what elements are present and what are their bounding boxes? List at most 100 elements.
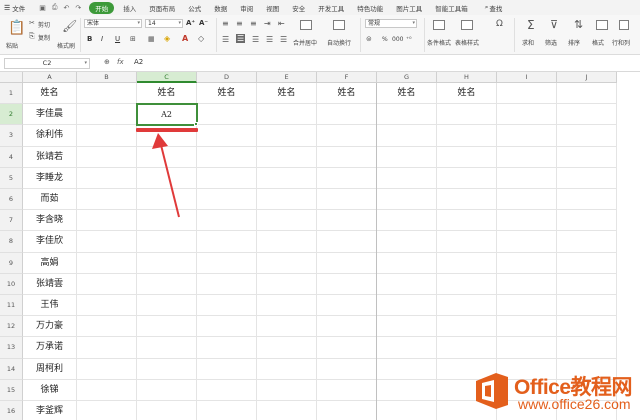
- cell-c15[interactable]: [137, 379, 197, 401]
- cell-d8[interactable]: [197, 231, 257, 253]
- align-right-icon[interactable]: ☰: [252, 35, 259, 44]
- cell-f7[interactable]: [317, 210, 377, 232]
- select-all-corner[interactable]: [0, 72, 23, 83]
- decimal-icon[interactable]: ⁺⁰: [406, 36, 412, 43]
- search-menu[interactable]: ⌕ 查找: [485, 3, 503, 13]
- cell-f3[interactable]: [317, 125, 377, 147]
- cell-b12[interactable]: [77, 316, 137, 338]
- cell-h7[interactable]: [437, 210, 497, 232]
- row-header[interactable]: 7: [0, 210, 23, 232]
- cell-i4[interactable]: [497, 146, 557, 168]
- cell-f1[interactable]: 姓名: [317, 83, 377, 105]
- font-name-select[interactable]: 宋体 ▾: [84, 19, 142, 28]
- menu-tab[interactable]: 插入: [123, 3, 136, 13]
- row-header[interactable]: 8: [0, 231, 23, 253]
- cell-f16[interactable]: [317, 401, 377, 420]
- cell-f2[interactable]: [317, 104, 377, 126]
- outdent-icon[interactable]: ⇤: [278, 19, 285, 28]
- currency-icon[interactable]: ⊜: [366, 35, 372, 43]
- cell-b4[interactable]: [77, 146, 137, 168]
- cell-j5[interactable]: [557, 167, 617, 189]
- cell-e12[interactable]: [257, 316, 317, 338]
- cell-f5[interactable]: [317, 167, 377, 189]
- menu-tab[interactable]: 智能工具箱: [435, 3, 468, 13]
- cell-d3[interactable]: [197, 125, 257, 147]
- cell-i13[interactable]: [497, 337, 557, 359]
- cell-i2[interactable]: [497, 104, 557, 126]
- cell-b13[interactable]: [77, 337, 137, 359]
- cell-g15[interactable]: [377, 379, 437, 401]
- zoom-icon[interactable]: ⊕: [104, 58, 110, 66]
- sort-button[interactable]: 排序: [568, 38, 580, 47]
- cell-a9[interactable]: 高娟: [23, 252, 77, 274]
- cell-e5[interactable]: [257, 167, 317, 189]
- cell-b16[interactable]: [77, 401, 137, 420]
- menu-tab[interactable]: 审阅: [240, 3, 253, 13]
- column-header[interactable]: A: [23, 72, 77, 83]
- border-icon[interactable]: ⊞: [130, 35, 136, 43]
- cell-a15[interactable]: 徐锑: [23, 379, 77, 401]
- cell-d2[interactable]: [197, 104, 257, 126]
- copy-button[interactable]: 复制: [38, 33, 50, 42]
- cell-c11[interactable]: [137, 295, 197, 317]
- cell-d10[interactable]: [197, 273, 257, 295]
- justify-icon[interactable]: ☰: [266, 35, 273, 44]
- number-format-select[interactable]: 常规 ▾: [365, 19, 417, 28]
- row-header[interactable]: 5: [0, 167, 23, 189]
- cell-j13[interactable]: [557, 337, 617, 359]
- cell-g4[interactable]: [377, 146, 437, 168]
- cell-e1[interactable]: 姓名: [257, 83, 317, 105]
- cell-a2[interactable]: 李佳晨: [23, 104, 77, 126]
- cell-f15[interactable]: [317, 379, 377, 401]
- cell-h1[interactable]: 姓名: [437, 83, 497, 105]
- cell-f9[interactable]: [317, 252, 377, 274]
- cell-f4[interactable]: [317, 146, 377, 168]
- cell-e15[interactable]: [257, 379, 317, 401]
- cell-d13[interactable]: [197, 337, 257, 359]
- cell-b6[interactable]: [77, 189, 137, 211]
- undo-icon[interactable]: ↶: [64, 4, 70, 12]
- cell-b3[interactable]: [77, 125, 137, 147]
- cell-d15[interactable]: [197, 379, 257, 401]
- cell-g7[interactable]: [377, 210, 437, 232]
- cell-i12[interactable]: [497, 316, 557, 338]
- menu-tab[interactable]: 公式: [188, 3, 201, 13]
- column-header[interactable]: C: [137, 72, 197, 83]
- cell-b7[interactable]: [77, 210, 137, 232]
- cell-b14[interactable]: [77, 358, 137, 380]
- column-header[interactable]: G: [377, 72, 437, 83]
- cell-i8[interactable]: [497, 231, 557, 253]
- format-button[interactable]: 格式: [592, 38, 604, 47]
- row-header[interactable]: 11: [0, 295, 23, 317]
- cell-h2[interactable]: [437, 104, 497, 126]
- percent-button[interactable]: %: [382, 36, 388, 43]
- row-header[interactable]: 4: [0, 146, 23, 168]
- underline-button[interactable]: U: [115, 35, 120, 43]
- font-color-icon[interactable]: A: [182, 34, 188, 43]
- increase-font-icon[interactable]: A⁺: [186, 19, 195, 27]
- cell-h10[interactable]: [437, 273, 497, 295]
- thousands-button[interactable]: 000: [392, 36, 403, 43]
- indent-icon[interactable]: ⇥: [264, 19, 271, 28]
- align-bottom-icon[interactable]: ≡: [250, 19, 257, 28]
- cell-g14[interactable]: [377, 358, 437, 380]
- format-painter-button[interactable]: 格式刷: [57, 41, 75, 50]
- cell-a16[interactable]: 李釜辉: [23, 401, 77, 420]
- cell-e2[interactable]: [257, 104, 317, 126]
- cell-g11[interactable]: [377, 295, 437, 317]
- cell-h3[interactable]: [437, 125, 497, 147]
- cell-c9[interactable]: [137, 252, 197, 274]
- fx-button[interactable]: fx: [117, 58, 124, 66]
- cell-a6[interactable]: 而茹: [23, 189, 77, 211]
- cell-j1[interactable]: [557, 83, 617, 105]
- cell-e6[interactable]: [257, 189, 317, 211]
- cell-a1[interactable]: 姓名: [23, 83, 77, 105]
- cell-c1[interactable]: 姓名: [137, 83, 197, 105]
- cell-j7[interactable]: [557, 210, 617, 232]
- cell-d14[interactable]: [197, 358, 257, 380]
- format-painter-icon[interactable]: 🖌: [62, 19, 77, 33]
- cell-b10[interactable]: [77, 273, 137, 295]
- row-header[interactable]: 15: [0, 379, 23, 401]
- cell-i3[interactable]: [497, 125, 557, 147]
- cell-g2[interactable]: [377, 104, 437, 126]
